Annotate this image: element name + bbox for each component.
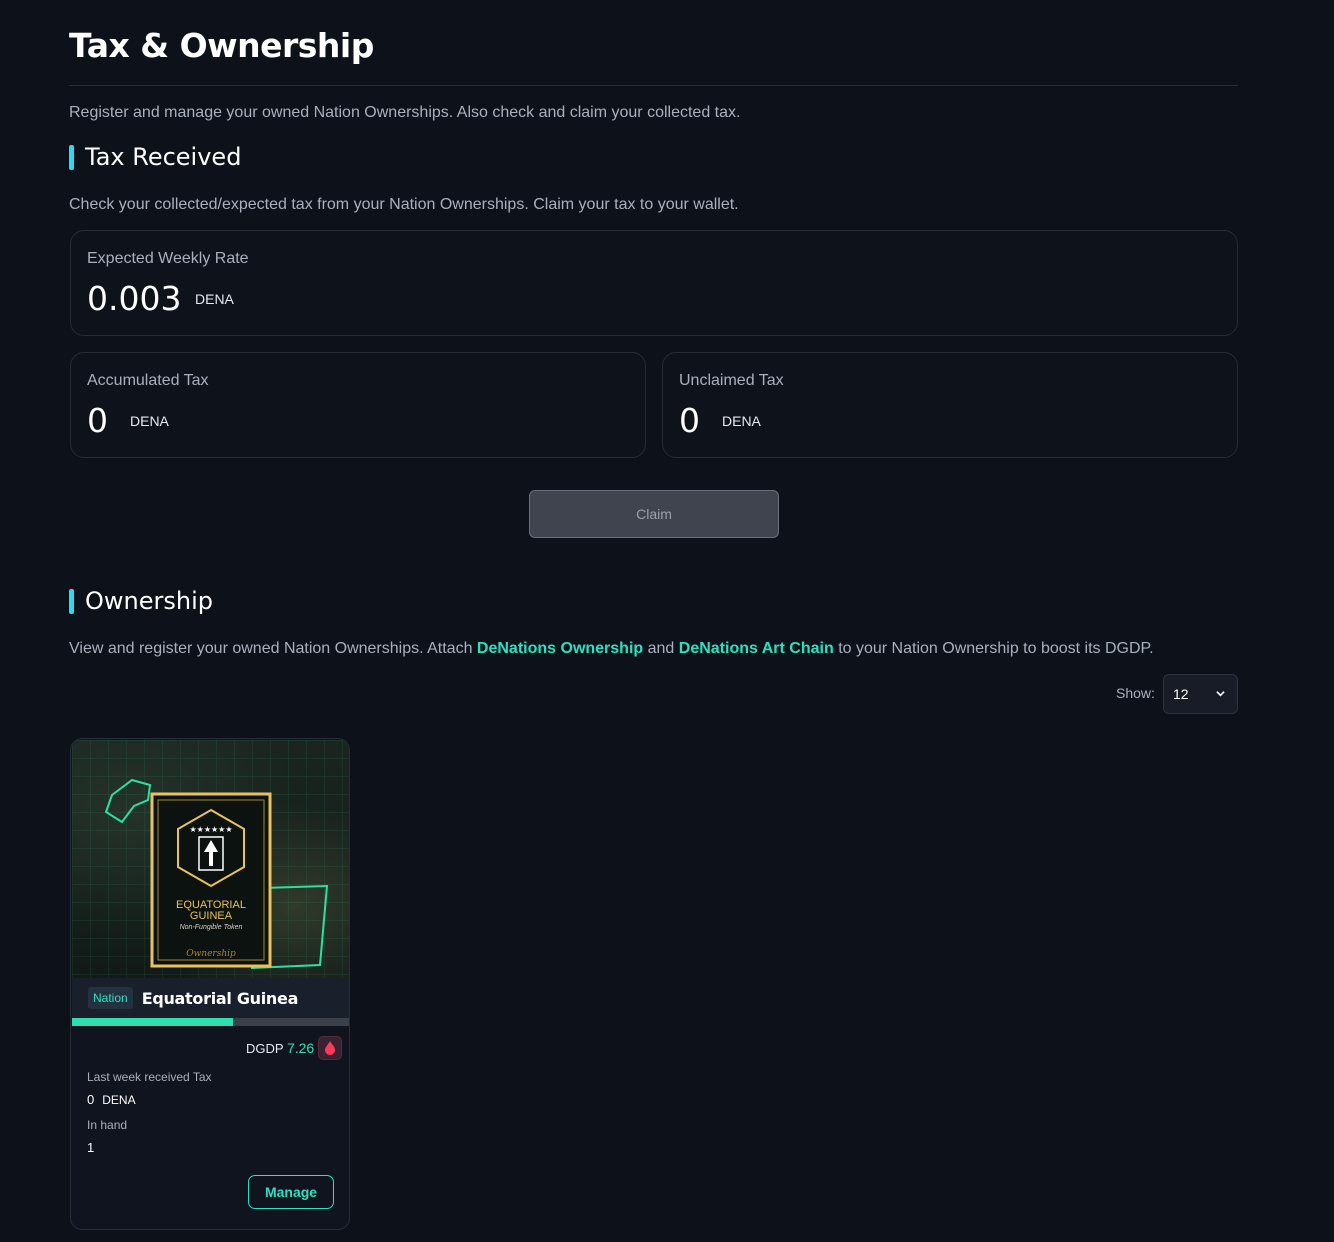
- nft-art: ★★★★★★: [72, 740, 349, 978]
- denations-ownership-link[interactable]: DeNations Ownership: [477, 640, 643, 657]
- art-script: Ownership: [186, 949, 236, 959]
- svg-text:★★★★★★: ★★★★★★: [189, 825, 232, 834]
- unclaimed-tax-label: Unclaimed Tax: [679, 372, 784, 389]
- nation-name-row: Nation Equatorial Guinea: [72, 978, 349, 1018]
- accumulated-tax-label: Accumulated Tax: [87, 372, 209, 389]
- burn-button[interactable]: [318, 1036, 342, 1060]
- last-week-tax-value: 0 DENA: [87, 1092, 136, 1107]
- dgdp-progress-bar: [72, 1018, 349, 1026]
- page-title: Tax & Ownership: [69, 26, 374, 65]
- ownership-title: Ownership: [85, 587, 213, 615]
- manage-button[interactable]: Manage: [248, 1175, 334, 1209]
- expected-weekly-value: 0.003: [87, 279, 182, 318]
- chevron-down-icon: [1216, 691, 1225, 697]
- tax-received-description: Check your collected/expected tax from y…: [69, 196, 739, 213]
- accumulated-tax-card: Accumulated Tax 0 DENA: [70, 352, 646, 458]
- art-title-line2: GUINEA: [189, 910, 233, 922]
- ownership-description: View and register your owned Nation Owne…: [69, 640, 1154, 658]
- expected-weekly-card: Expected Weekly Rate 0.003 DENA: [70, 230, 1238, 336]
- header-divider: [69, 85, 1238, 86]
- last-week-tax-amount: 0: [87, 1092, 95, 1107]
- denations-art-chain-link[interactable]: DeNations Art Chain: [679, 640, 834, 657]
- dgdp-label: DGDP: [246, 1041, 284, 1056]
- ownership-heading: Ownership: [69, 587, 213, 615]
- unclaimed-tax-card: Unclaimed Tax 0 DENA: [662, 352, 1238, 458]
- section-accent-bar: [69, 144, 74, 170]
- nation-nft-image: ★★★★★★ EQUATORIAL GUINEA Non-Fungible To…: [72, 740, 349, 978]
- accumulated-tax-unit: DENA: [130, 413, 169, 429]
- ownership-desc-text: View and register your owned Nation Owne…: [69, 640, 477, 657]
- flame-icon: [325, 1041, 335, 1055]
- unclaimed-tax-unit: DENA: [722, 413, 761, 429]
- tax-received-heading: Tax Received: [69, 143, 242, 171]
- expected-weekly-unit: DENA: [195, 291, 234, 307]
- in-hand-value: 1: [87, 1140, 95, 1155]
- nation-name: Equatorial Guinea: [141, 988, 299, 1008]
- ownership-desc-text: and: [643, 640, 679, 657]
- page-description: Register and manage your owned Nation Ow…: [69, 104, 741, 121]
- section-accent-bar: [69, 588, 74, 614]
- last-week-tax-label: Last week received Tax: [87, 1070, 212, 1084]
- expected-weekly-label: Expected Weekly Rate: [87, 250, 249, 267]
- last-week-tax-unit: DENA: [102, 1093, 136, 1107]
- dgdp-display: DGDP 7.26: [246, 1040, 314, 1056]
- dgdp-value: 7.26: [286, 1040, 315, 1056]
- accumulated-tax-value: 0: [87, 401, 108, 440]
- nation-ownership-card[interactable]: ★★★★★★ EQUATORIAL GUINEA Non-Fungible To…: [70, 738, 350, 1230]
- show-label: Show:: [1116, 685, 1155, 701]
- art-subtitle: Non-Fungible Token: [179, 924, 243, 931]
- page-size-value: 12: [1173, 686, 1189, 702]
- ownership-desc-text: to your Nation Ownership to boost its DG…: [833, 640, 1154, 657]
- in-hand-label: In hand: [87, 1118, 128, 1132]
- dgdp-progress-fill: [72, 1018, 234, 1026]
- unclaimed-tax-value: 0: [679, 401, 700, 440]
- nation-badge: Nation: [88, 987, 133, 1009]
- tax-received-title: Tax Received: [85, 143, 242, 171]
- claim-button[interactable]: Claim: [529, 490, 779, 538]
- page-size-select[interactable]: 12: [1163, 674, 1238, 714]
